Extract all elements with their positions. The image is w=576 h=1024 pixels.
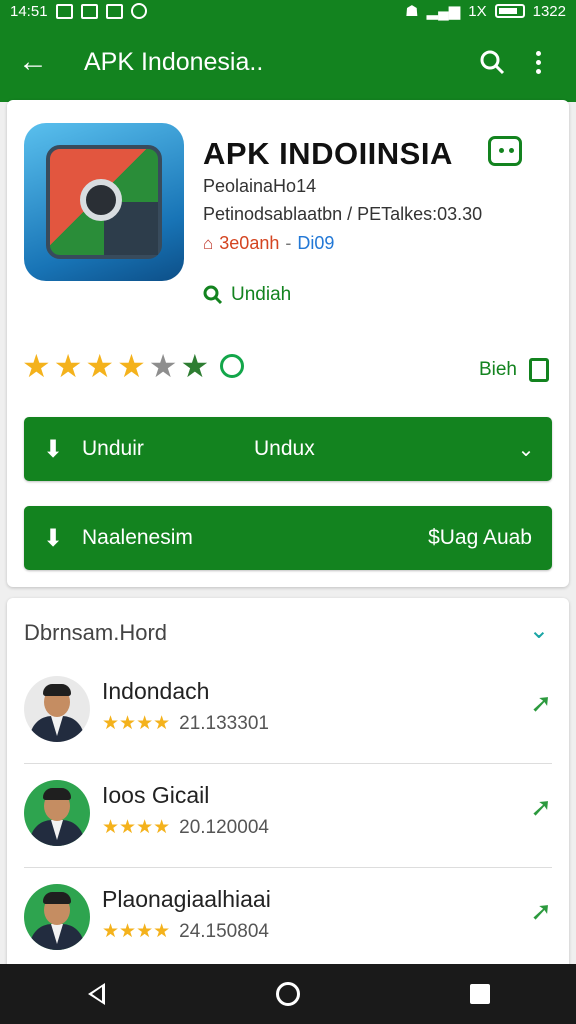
primary-button-middle: Undux [254, 437, 315, 460]
save-label: Bieh [478, 359, 517, 380]
chat-icon[interactable] [488, 136, 522, 166]
notification-status-icon [80, 3, 98, 19]
star-badge-icon: ★ [180, 348, 210, 384]
share-icon[interactable]: ➚ [530, 688, 552, 719]
status-battery-time: 1322 [532, 2, 566, 20]
status-bar: 14:51 ☗ ▂▄▆ 1X 1322 [0, 0, 576, 22]
toolbar-title: APK Indonesia.. [84, 47, 264, 76]
review-value: 24.150804 [179, 920, 269, 942]
review-item[interactable]: Ioos Gicail ★★★★ 20.120004 ➚ [24, 764, 552, 868]
signal-icon: ▂▄▆ [426, 3, 461, 20]
star-icon: ★★★★ [102, 713, 171, 734]
bookmark-icon [529, 358, 549, 382]
reviewer-name: Plaonagiaalhiaai [102, 886, 271, 912]
review-value: 21.133301 [179, 712, 269, 734]
star-empty-icon: ★ [148, 348, 178, 384]
home-nav-button[interactable] [264, 970, 312, 1018]
review-item[interactable]: Plaonagiaalhiaai ★★★★ 24.150804 ➚ [24, 868, 552, 972]
more-menu-icon[interactable] [518, 50, 558, 74]
toolbar: ← APK Indonesia.. [0, 22, 576, 102]
star-icon: ★ [22, 348, 51, 384]
reviewer-rating: ★★★★ 24.150804 [102, 920, 269, 943]
search-small-icon [203, 285, 223, 305]
review-value: 20.120004 [179, 816, 269, 838]
status-time: 14:51 [10, 2, 48, 20]
star-icon: ★★★★ [102, 817, 171, 838]
app-header: 14:51 ☗ ▂▄▆ 1X 1322 ← APK Indonesia.. [0, 0, 576, 102]
secondary-button-label: Naalenesim [82, 526, 193, 549]
primary-download-button[interactable]: ⬇ Unduir Undux ⌄ [24, 417, 552, 481]
secondary-button-right: $Uag Auab [428, 526, 532, 549]
back-triangle-icon [87, 983, 105, 1005]
app-tags: ⌂ 3e0anh - Di09 [203, 233, 334, 254]
download-link-label: Undiah [231, 284, 292, 305]
status-left: 14:51 [10, 3, 147, 20]
review-item[interactable]: Indondach ★★★★ 21.133301 ➚ [24, 660, 552, 764]
star-icon: ★★★★ [102, 921, 171, 942]
chevron-down-icon[interactable]: ⌄ [500, 437, 552, 462]
download-icon: ⬇ [42, 524, 64, 552]
download-icon: ⬇ [42, 435, 64, 463]
save-button[interactable]: Bieh [479, 358, 549, 382]
primary-button-label: Unduir [82, 437, 144, 460]
reviewer-name: Ioos Gicail [102, 782, 210, 808]
app-logo [24, 123, 184, 281]
mail-status-icon [105, 3, 123, 19]
app-meta: Petinodsablaatbn / PETalkes:03.30 [203, 204, 483, 224]
recents-nav-button[interactable] [456, 970, 504, 1018]
home-icon: ⌂ [203, 233, 214, 253]
app-status-icon [130, 3, 147, 19]
expand-chevron-icon[interactable]: ⌄ [529, 616, 549, 645]
reviews-card: Dbrnsam.Hord ⌄ Indondach ★★★★ 21.133301 … [7, 598, 569, 978]
app-title: APK INDOIINSIA [203, 136, 453, 171]
download-search-link[interactable]: Undiah [203, 284, 291, 306]
avatar [24, 676, 90, 742]
app-tag-red: 3e0anh [219, 233, 280, 253]
tag-separator: - [285, 233, 292, 253]
battery-icon [494, 4, 525, 18]
status-right: ☗ ▂▄▆ 1X 1322 [405, 2, 566, 21]
reviews-title: Dbrnsam.Hord [24, 620, 168, 645]
star-icon: ★ [85, 348, 115, 384]
share-icon[interactable]: ➚ [530, 792, 552, 823]
avatar [24, 780, 90, 846]
back-arrow-icon[interactable]: ← [18, 45, 66, 79]
app-detail-card: APK INDOIINSIA PeolainaHo14 Petinodsabla… [7, 100, 569, 587]
verified-icon [220, 354, 245, 378]
system-nav-bar [0, 964, 576, 1024]
star-icon: ★ [117, 348, 146, 384]
avatar [24, 884, 90, 950]
reviewer-name: Indondach [102, 678, 210, 704]
app-tag-blue: Di09 [297, 233, 335, 253]
share-icon[interactable]: ➚ [530, 896, 552, 927]
reviewer-rating: ★★★★ 21.133301 [102, 712, 269, 735]
rating-stars: ★ ★ ★ ★ ★ ★ [22, 348, 245, 384]
app-developer: PeolainaHo14 [203, 176, 317, 196]
image-status-icon [55, 3, 73, 19]
home-circle-icon [276, 982, 300, 1006]
back-nav-button[interactable] [72, 970, 120, 1018]
reviewer-rating: ★★★★ 20.120004 [102, 816, 269, 839]
status-network: 1X [468, 2, 487, 20]
secondary-download-button[interactable]: ⬇ Naalenesim $Uag Auab [24, 506, 552, 570]
recents-square-icon [470, 984, 490, 1004]
search-icon[interactable] [466, 48, 518, 76]
wifi-icon: ☗ [405, 3, 419, 20]
star-icon: ★ [53, 348, 83, 384]
